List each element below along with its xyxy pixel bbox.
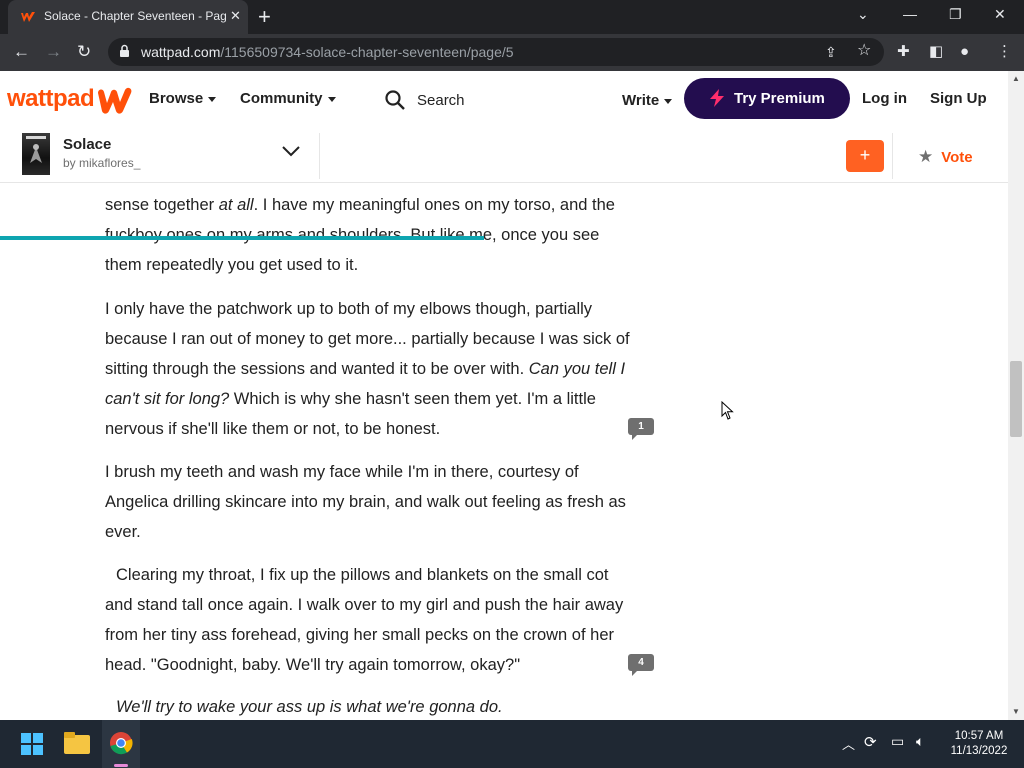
page-scrollbar[interactable]: ▲ ▼	[1008, 71, 1024, 720]
story-author[interactable]: by mikaflores_	[63, 156, 140, 170]
chevron-down-icon[interactable]	[281, 145, 301, 157]
menu-kebab-icon[interactable]: ⋮	[997, 41, 1012, 63]
inline-comment-button[interactable]: 4	[628, 654, 654, 676]
clock-time: 10:57 AM	[954, 730, 1004, 742]
divider	[319, 133, 320, 179]
browse-label: Browse	[149, 90, 204, 107]
mouse-cursor-icon	[721, 401, 734, 420]
address-bar[interactable]: wattpad.com/1156509734-solace-chapter-se…	[108, 38, 884, 66]
browse-menu[interactable]: Browse	[149, 90, 217, 107]
reload-icon[interactable]: ↻	[77, 41, 91, 63]
caret-down-icon	[208, 96, 217, 102]
story-paragraph: We'll try to wake your ass up is what we…	[105, 692, 630, 720]
story-info-bar: Solace by mikaflores_ + ★ Vote	[0, 129, 1008, 240]
paragraph-text: Clearing my throat, I fix up the pillows…	[105, 566, 624, 674]
tray-overflow-icon[interactable]: ︿	[842, 734, 855, 753]
new-tab-icon[interactable]: +	[258, 4, 271, 30]
file-explorer-icon[interactable]	[64, 732, 90, 754]
tab-title: Solace - Chapter Seventeen - Page 5	[44, 9, 226, 23]
story-cover-image[interactable]	[22, 133, 50, 175]
side-panel-icon[interactable]: ◧	[929, 41, 943, 63]
windows-start-icon[interactable]	[21, 733, 43, 755]
signup-link[interactable]: Sign Up	[930, 90, 987, 107]
tab-search-icon[interactable]: ⌄	[857, 6, 869, 23]
community-menu[interactable]: Community	[240, 90, 336, 107]
write-label: Write	[622, 92, 660, 109]
add-to-list-button[interactable]: +	[846, 140, 884, 172]
story-paragraph: I brush my teeth and wash my face while …	[105, 457, 630, 547]
comment-bubble-tail	[632, 670, 638, 676]
volume-icon[interactable]: 🔈︎	[916, 733, 924, 750]
profile-icon[interactable]: ●	[960, 41, 969, 63]
paragraph-text: I brush my teeth and wash my face while …	[105, 463, 626, 541]
cover-art-icon	[26, 136, 46, 163]
forward-icon[interactable]: →	[45, 41, 62, 63]
write-menu[interactable]: Write	[622, 92, 673, 109]
extensions-icon[interactable]: ✚	[897, 41, 910, 63]
windows-taskbar: ︿ ⟳ ▭ 🔈︎ 10:57 AM 11/13/2022	[0, 720, 1024, 768]
active-app-indicator	[114, 764, 128, 767]
search-label: Search	[417, 92, 465, 109]
search-icon	[385, 90, 405, 110]
star-icon: ★	[918, 147, 934, 166]
scroll-up-icon[interactable]: ▲	[1012, 74, 1020, 83]
minimize-icon[interactable]: —	[903, 6, 917, 22]
bookmark-star-icon[interactable]: ☆	[857, 40, 871, 62]
story-title[interactable]: Solace	[63, 136, 111, 153]
divider	[892, 133, 893, 179]
premium-label: Try Premium	[734, 90, 825, 107]
site-header: wattpad Browse Community Search Write Tr…	[0, 71, 1008, 129]
browser-tab-strip: Solace - Chapter Seventeen - Page 5 ✕ + …	[0, 0, 1024, 34]
caret-down-icon	[327, 96, 336, 102]
caret-down-icon	[664, 98, 673, 104]
url-path: /1156509734-solace-chapter-seventeen/pag…	[220, 44, 514, 60]
back-icon[interactable]: ←	[13, 41, 30, 63]
vote-label: Vote	[941, 149, 973, 166]
clock[interactable]: 10:57 AM 11/13/2022	[946, 729, 1012, 759]
page-viewport: sense together at all. I have my meaning…	[0, 71, 1008, 720]
lock-icon	[120, 44, 129, 57]
browser-toolbar: ← → ↻ wattpad.com/1156509734-solace-chap…	[0, 34, 1024, 71]
chrome-icon	[110, 732, 133, 755]
tab-close-icon[interactable]: ✕	[230, 8, 241, 24]
sync-icon[interactable]: ⟳	[864, 733, 877, 751]
lightning-icon	[710, 89, 724, 107]
try-premium-button[interactable]: Try Premium	[684, 78, 850, 119]
paragraph-italic: We'll try to wake your ass up is what we…	[116, 698, 503, 716]
clock-date: 11/13/2022	[950, 745, 1008, 757]
inline-comment-button[interactable]: 1	[628, 418, 654, 440]
wattpad-w-icon	[98, 87, 132, 114]
comment-count: 4	[628, 654, 654, 671]
reading-progress-bar	[0, 236, 484, 240]
restore-icon[interactable]: ❐	[949, 6, 962, 23]
paragraph-text: sense together	[105, 196, 219, 214]
story-paragraph: sense together at all. I have my meaning…	[105, 190, 630, 280]
vote-button[interactable]: ★ Vote	[918, 147, 973, 167]
login-link[interactable]: Log in	[862, 90, 907, 107]
scrollbar-thumb[interactable]	[1010, 361, 1022, 437]
comment-count: 1	[628, 418, 654, 435]
url-text: wattpad.com/1156509734-solace-chapter-se…	[141, 44, 514, 60]
share-icon[interactable]: ⇪	[825, 41, 837, 63]
taskbar-chrome-button[interactable]	[102, 720, 140, 768]
browser-tab[interactable]: Solace - Chapter Seventeen - Page 5 ✕	[8, 0, 248, 34]
story-paragraph: I only have the patchwork up to both of …	[105, 294, 630, 444]
window-close-icon[interactable]: ✕	[994, 6, 1006, 23]
logo-text: wattpad	[7, 85, 95, 112]
scroll-down-icon[interactable]: ▼	[1012, 707, 1020, 716]
paragraph-italic: at all	[218, 196, 254, 214]
comment-bubble-tail	[632, 434, 638, 440]
url-host: wattpad.com	[141, 44, 221, 60]
community-label: Community	[240, 90, 323, 107]
wattpad-favicon-icon	[21, 12, 35, 22]
network-icon[interactable]: ▭	[891, 733, 904, 750]
story-paragraph: Clearing my throat, I fix up the pillows…	[105, 560, 630, 680]
